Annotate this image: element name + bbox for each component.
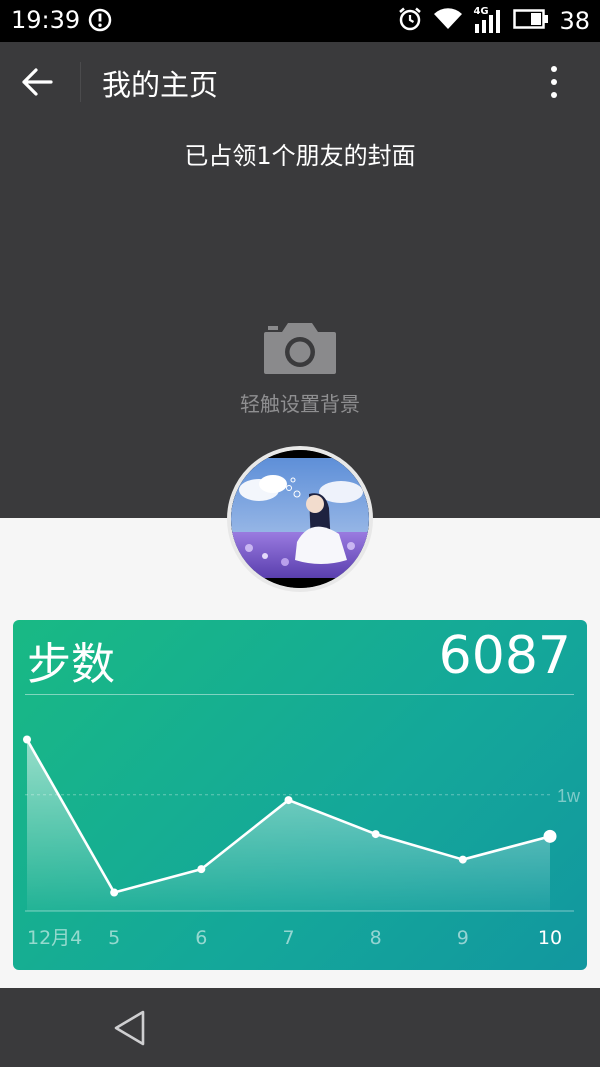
wifi-icon <box>433 7 463 35</box>
signal-icon: 4G <box>473 6 503 34</box>
steps-card[interactable]: 1w 12月4 5 6 7 8 9 10 步数 6087 <box>13 620 587 970</box>
status-bar: 19:39 4G 38 <box>0 0 600 42</box>
avatar[interactable] <box>227 446 373 592</box>
nav-back-button[interactable] <box>110 1008 150 1048</box>
x-tick-label: 5 <box>108 927 120 949</box>
data-point <box>543 829 557 843</box>
navigation-bar <box>0 988 600 1067</box>
data-point <box>284 796 293 805</box>
page-title: 我的主页 <box>102 68 219 102</box>
set-background-button[interactable] <box>262 320 338 376</box>
x-tick-label: 10 <box>538 927 562 949</box>
avatar-image <box>231 450 369 588</box>
back-arrow-icon <box>22 68 53 96</box>
app-bar-divider <box>80 62 81 102</box>
set-background-label: 轻触设置背景 <box>240 392 360 416</box>
data-point <box>371 830 380 839</box>
more-vertical-icon <box>551 66 557 98</box>
camera-icon <box>264 323 336 374</box>
steps-value: 6087 <box>438 626 571 686</box>
steps-title: 步数 <box>27 639 115 690</box>
x-tick-label: 8 <box>370 927 382 949</box>
back-button[interactable] <box>18 64 58 100</box>
data-point <box>110 888 119 897</box>
status-time: 19:39 <box>11 6 81 34</box>
battery-icon <box>513 8 549 34</box>
data-point <box>23 735 31 744</box>
card-divider <box>25 694 574 695</box>
alarm-icon <box>397 6 423 36</box>
x-tick-label: 7 <box>282 927 294 949</box>
x-tick-label: 9 <box>457 927 469 949</box>
reference-line-label: 1w <box>557 786 581 806</box>
cover-notice: 已占领1个朋友的封面 <box>184 142 416 170</box>
battery-level: 38 <box>559 7 590 35</box>
data-point <box>458 855 467 864</box>
app-bar: 我的主页 <box>0 42 600 122</box>
nav-back-icon <box>114 1010 145 1046</box>
x-tick-label: 6 <box>195 927 207 949</box>
alert-icon <box>88 8 112 36</box>
chart-area <box>27 739 550 911</box>
data-point <box>197 865 206 874</box>
more-button[interactable] <box>544 64 564 100</box>
x-tick-label: 12月4 <box>27 927 82 949</box>
